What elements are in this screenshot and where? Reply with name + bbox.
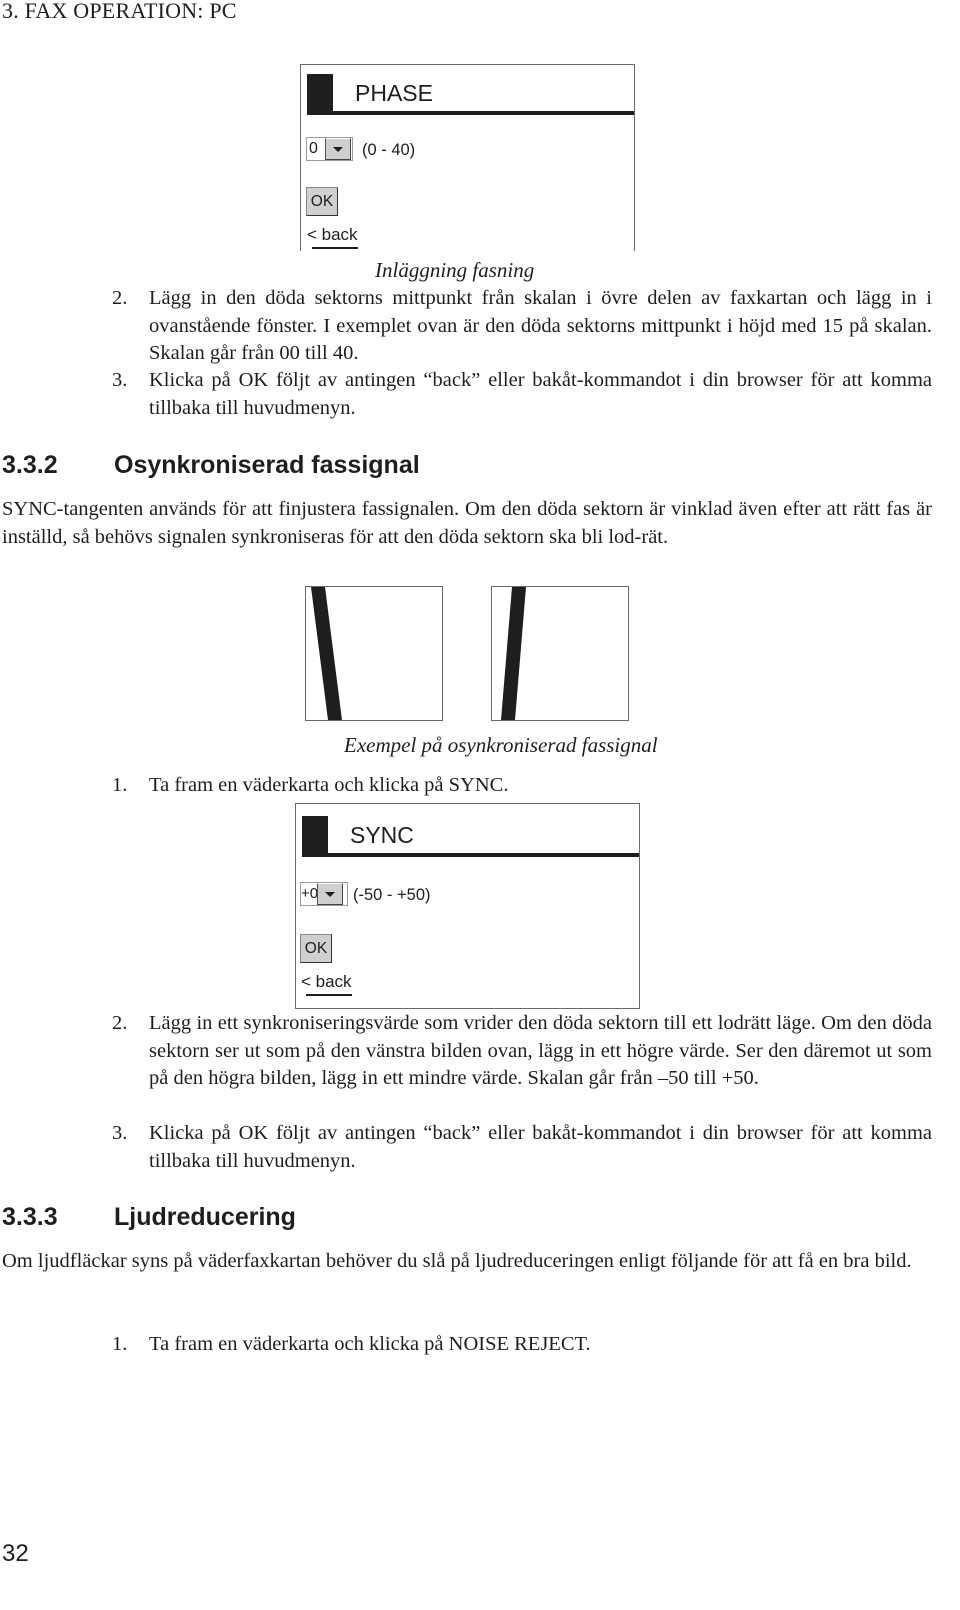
sync-step-3: 3. Klicka på OK följt av antingen “back”… [112, 1120, 932, 1175]
sync-step-1: 1. Ta fram en väderkarta och klicka på S… [112, 772, 932, 800]
phase-range-label: (0 - 40) [362, 141, 416, 159]
title-block-icon [307, 74, 333, 115]
phase-ok-button[interactable]: OK [306, 187, 338, 216]
section-number: 3.3.2 [2, 451, 58, 479]
figure-caption: Exempel på osynkroniserad fassignal [344, 733, 658, 757]
phase-back-link[interactable]: < back [307, 225, 358, 249]
step-number: 1. [112, 774, 128, 796]
sync-dialog-title: SYNC [350, 822, 414, 848]
step-number: 2. [112, 287, 128, 309]
section-332-intro: SYNC-tangenten används för att finjuster… [2, 498, 932, 548]
sync-select[interactable]: +0 [300, 882, 348, 906]
slanted-sector-left-icon [311, 587, 342, 720]
running-header: 3. FAX OPERATION: PC [2, 0, 237, 23]
sync-step-2: 2. Lägg in ett synkroniseringsvärde som … [112, 1010, 932, 1093]
title-block-icon [302, 816, 328, 857]
section-heading-332: 3.3.2 Osynkroniserad fassignal [2, 451, 420, 480]
phase-select-value: 0 [309, 140, 318, 157]
section-title: Ljudreducering [114, 1203, 296, 1231]
section-title: Osynkroniserad fassignal [114, 451, 420, 479]
step-number: 3. [112, 369, 128, 391]
figure-left-slanted-sector [305, 586, 443, 721]
figure-right-slanted-sector [491, 586, 629, 721]
sync-back-link[interactable]: < back [301, 972, 352, 996]
sync-ok-button[interactable]: OK [300, 934, 332, 963]
phase-step-3: 3. Klicka på OK följt av antingen “back”… [112, 367, 932, 422]
step-text: Ta fram en väderkarta och klicka på SYNC… [149, 774, 509, 796]
step-text: Klicka på OK följt av antingen “back” el… [149, 1122, 932, 1172]
step-text: Klicka på OK följt av antingen “back” el… [149, 369, 932, 419]
section-number: 3.3.3 [2, 1203, 58, 1231]
section-333-intro: Om ljudfläckar syns på väderfaxkartan be… [2, 1250, 912, 1272]
sync-range-label: (-50 - +50) [353, 886, 431, 904]
slanted-sector-right-icon [501, 587, 526, 720]
step-text: Lägg in ett synkroniseringsvärde som vri… [149, 1012, 932, 1089]
phase-dialog-title: PHASE [355, 80, 433, 106]
step-number: 2. [112, 1012, 128, 1034]
step-number: 1. [112, 1333, 128, 1355]
phase-dialog-title-bar: PHASE [307, 74, 634, 115]
noise-step-1: 1. Ta fram en väderkarta och klicka på N… [112, 1331, 932, 1359]
sync-dialog-title-bar: SYNC [302, 816, 639, 857]
step-text: Ta fram en väderkarta och klicka på NOIS… [149, 1333, 591, 1355]
phase-dialog: PHASE 0 (0 - 40) OK < back [300, 64, 635, 251]
phase-select[interactable]: 0 [306, 137, 353, 161]
sync-select-value: +0 [301, 885, 319, 902]
dropdown-arrow-icon[interactable] [325, 138, 351, 160]
dropdown-arrow-icon[interactable] [317, 883, 343, 905]
phase-caption: Inläggning fasning [375, 258, 535, 282]
phase-step-2: 2. Lägg in den döda sektorns mittpunkt f… [112, 285, 932, 368]
page-number: 32 [2, 1540, 29, 1567]
sync-dialog: SYNC +0 (-50 - +50) OK < back [295, 803, 640, 1009]
step-number: 3. [112, 1122, 128, 1144]
step-text: Lägg in den döda sektorns mittpunkt från… [149, 287, 932, 364]
section-heading-333: 3.3.3 Ljudreducering [2, 1203, 296, 1232]
